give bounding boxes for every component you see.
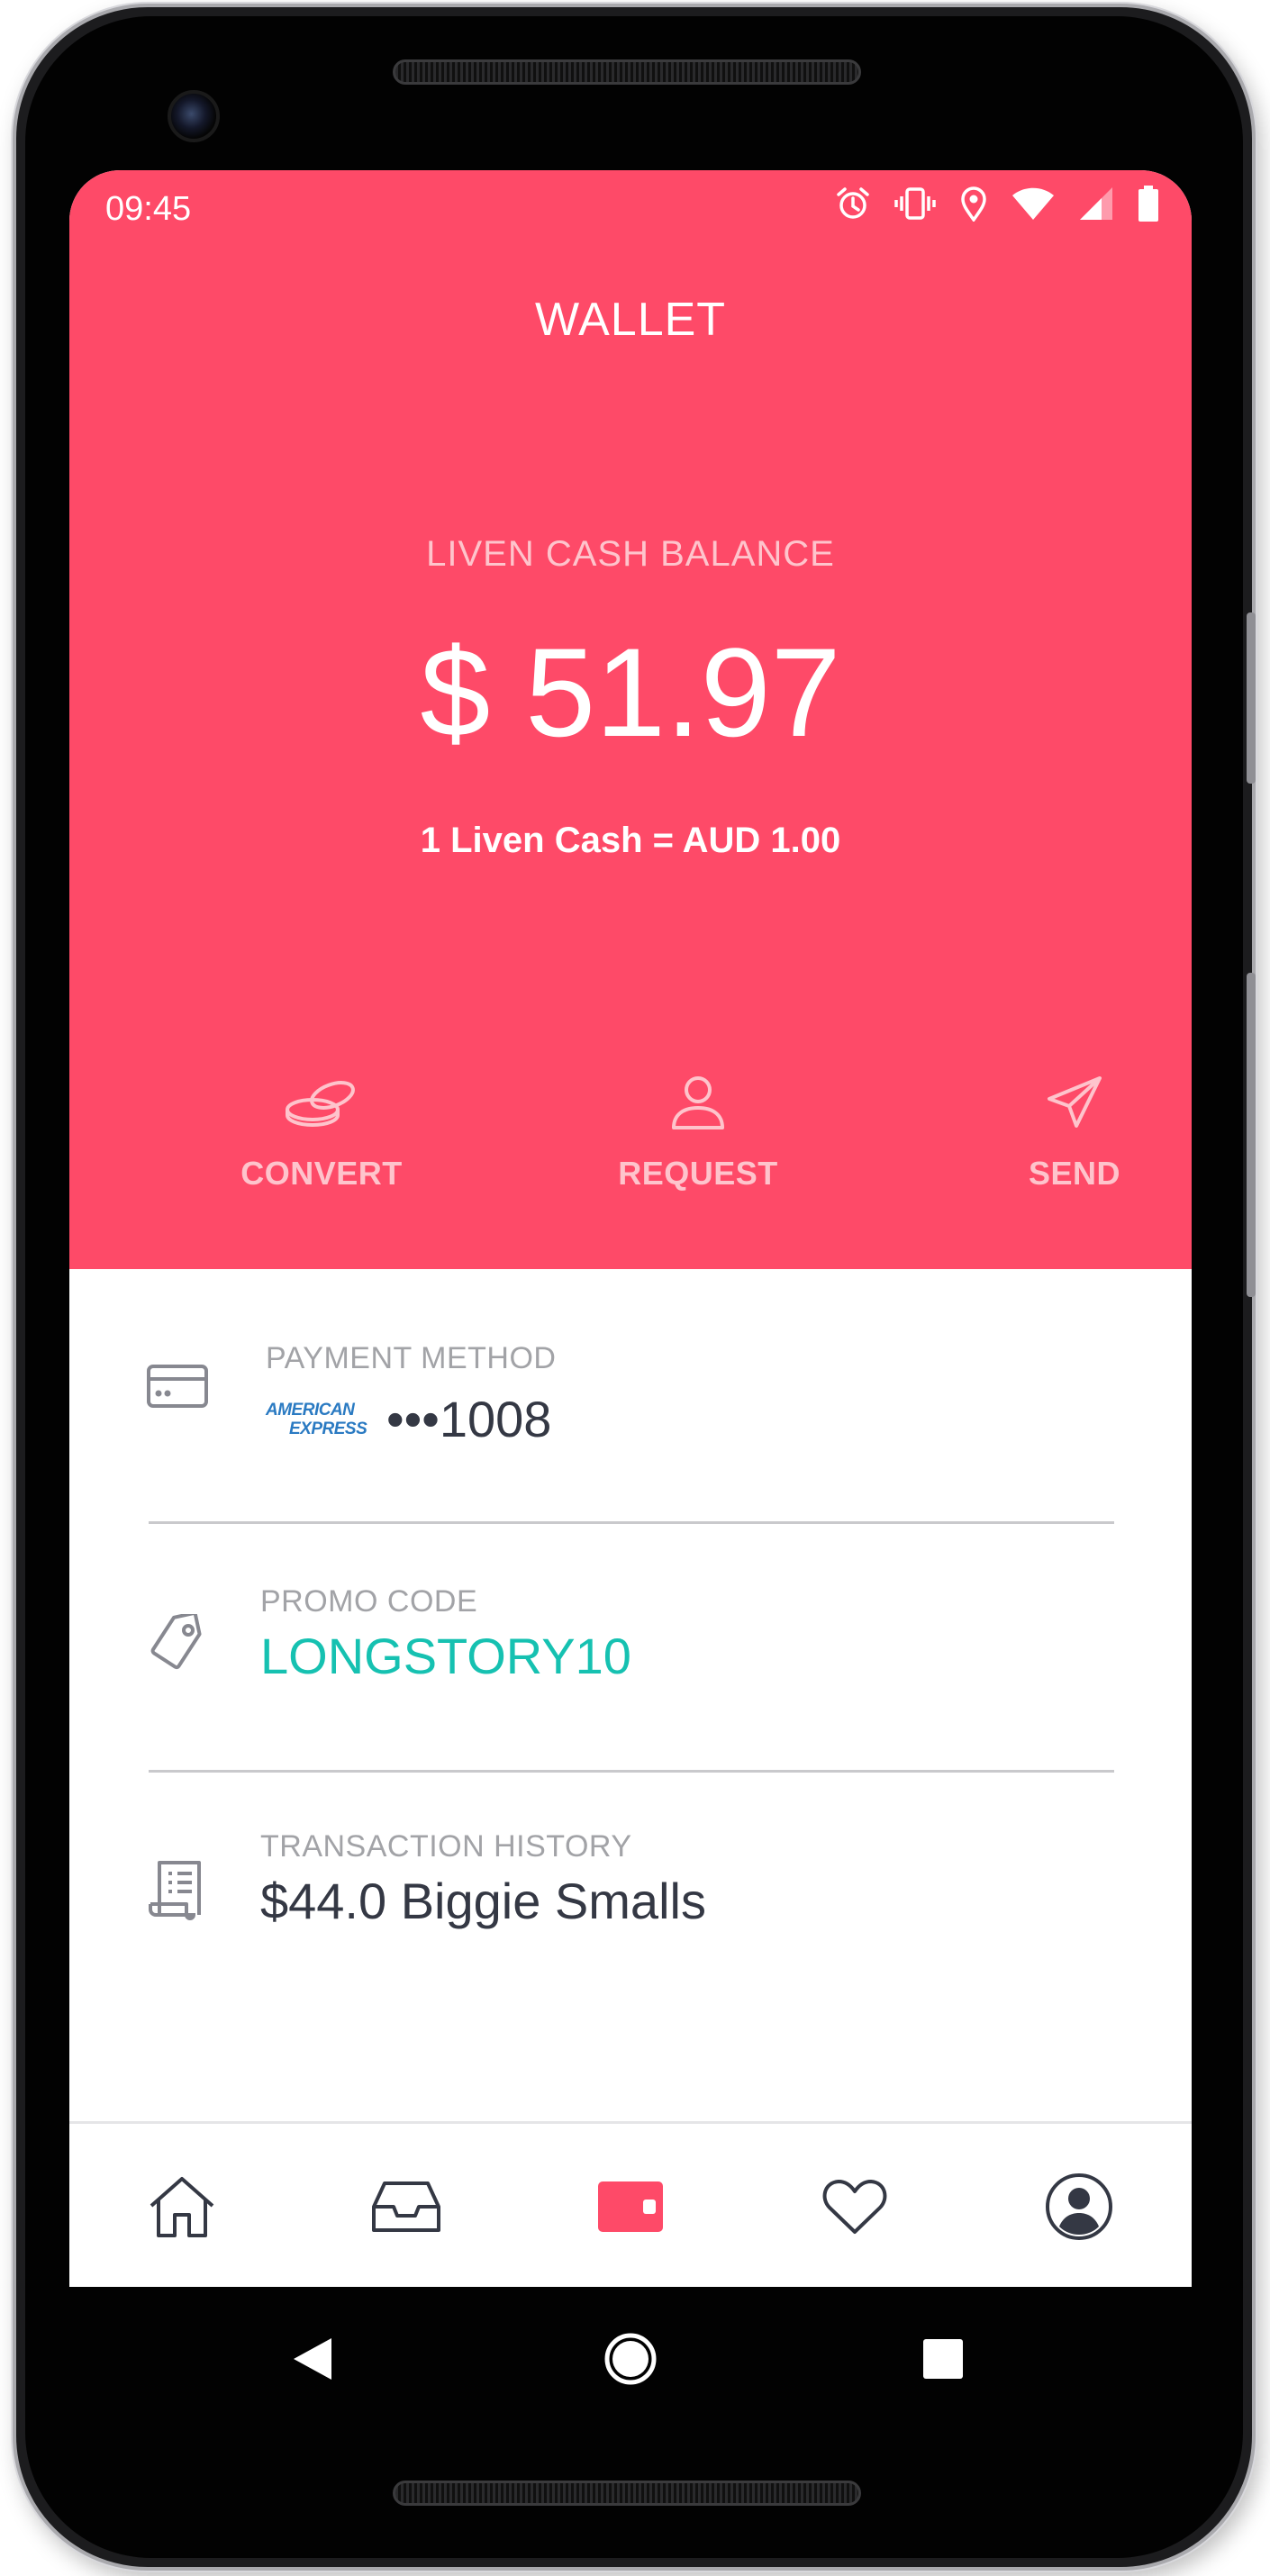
system-back-button[interactable] (277, 2323, 349, 2395)
status-time: 09:45 (105, 190, 192, 228)
heart-icon (822, 2180, 886, 2234)
request-label: REQUEST (618, 1155, 778, 1192)
request-button[interactable]: REQUEST (563, 1066, 833, 1193)
convert-label: CONVERT (240, 1155, 403, 1192)
coins-icon (286, 1081, 355, 1128)
front-camera (168, 90, 220, 142)
alarm-icon (837, 187, 869, 219)
nav-profile[interactable] (966, 2124, 1191, 2287)
bottom-nav (69, 2121, 1192, 2287)
payment-method-label: PAYMENT METHOD (266, 1341, 557, 1375)
back-icon (294, 2338, 331, 2380)
exchange-rate: 1 Liven Cash = AUD 1.00 (420, 821, 841, 860)
payment-method-value: AMERICAN EXPRESS •••1008 (266, 1390, 551, 1448)
system-nav-bar (69, 2287, 1192, 2431)
top-speaker (393, 59, 861, 85)
home-icon (150, 2177, 213, 2237)
amex-logo: AMERICAN EXPRESS (266, 1401, 374, 1438)
status-icons (835, 185, 1159, 222)
vibrate-icon (894, 187, 936, 220)
location-icon (961, 186, 986, 222)
bottom-speaker (393, 2481, 861, 2506)
send-label: SEND (1028, 1155, 1121, 1192)
promo-code-value: LONGSTORY10 (260, 1628, 631, 1684)
amex-logo-line2: EXPRESS (289, 1419, 367, 1438)
transaction-history-label: TRANSACTION HISTORY (260, 1829, 632, 1864)
recents-icon (923, 2339, 963, 2379)
volume-button (1247, 612, 1256, 784)
wallet-hero: 09:45 WALLET LIVEN CASH BALANCE $ 51.97 … (69, 170, 1192, 1269)
status-bar: 09:45 (69, 170, 1192, 242)
system-home-button[interactable] (594, 2323, 667, 2395)
promo-code-row[interactable]: PROMO CODE LONGSTORY10 (69, 1524, 1192, 1767)
nav-wallet[interactable] (518, 2124, 742, 2287)
home-circle-icon (604, 2333, 657, 2385)
app-screen: 09:45 WALLET LIVEN CASH BALANCE $ 51.97 … (69, 170, 1192, 2287)
balance-label: LIVEN CASH BALANCE (426, 534, 835, 574)
signal-icon (1080, 187, 1112, 220)
battery-icon (1138, 186, 1158, 222)
transaction-history-row[interactable]: TRANSACTION HISTORY $44.0 Biggie Smalls (69, 1773, 1192, 2016)
amex-logo-line1: AMERICAN (266, 1400, 355, 1420)
receipt-icon (149, 1861, 201, 1920)
profile-icon (1045, 2173, 1112, 2240)
convert-button[interactable]: CONVERT (186, 1066, 457, 1193)
inbox-icon (371, 2181, 440, 2232)
transaction-history-value: $44.0 Biggie Smalls (260, 1873, 706, 1929)
nav-inbox[interactable] (294, 2124, 518, 2287)
system-recents-button[interactable] (907, 2323, 979, 2395)
power-button (1247, 973, 1256, 1297)
person-icon (672, 1076, 724, 1129)
send-button[interactable]: SEND (939, 1066, 1192, 1193)
wifi-icon (1012, 187, 1054, 220)
balance-amount: $ 51.97 (420, 621, 841, 763)
nav-home[interactable] (69, 2124, 294, 2287)
promo-code-label: PROMO CODE (260, 1584, 478, 1619)
card-number: •••1008 (386, 1391, 552, 1447)
page-title: WALLET (534, 294, 727, 346)
wallet-icon (597, 2181, 663, 2232)
payment-method-row[interactable]: PAYMENT METHOD AMERICAN EXPRESS •••1008 (69, 1269, 1192, 1512)
credit-card-icon (147, 1365, 208, 1408)
paper-plane-icon (1048, 1076, 1102, 1128)
tag-icon (150, 1614, 202, 1670)
nav-favorites[interactable] (742, 2124, 966, 2287)
